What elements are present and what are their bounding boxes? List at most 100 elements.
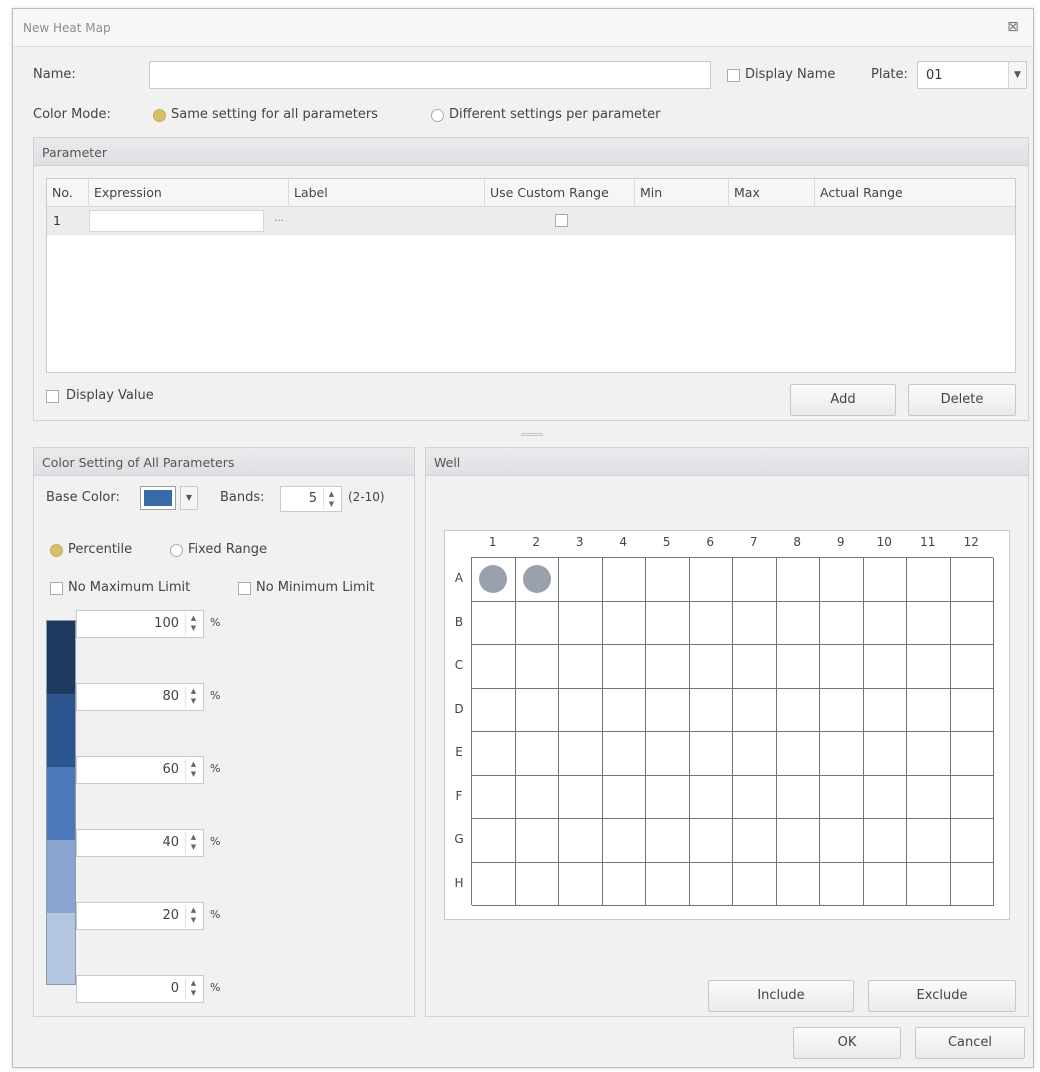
well-row-header[interactable]: E bbox=[449, 745, 469, 759]
well-cell[interactable] bbox=[820, 688, 864, 732]
well-cell[interactable] bbox=[472, 645, 516, 689]
well-cell[interactable] bbox=[602, 645, 646, 689]
base-color-swatch[interactable] bbox=[140, 486, 176, 510]
well-cell[interactable] bbox=[602, 688, 646, 732]
no-maximum-limit-checkbox[interactable] bbox=[50, 582, 63, 595]
well-cell[interactable] bbox=[559, 601, 603, 645]
exclude-button[interactable]: Exclude bbox=[868, 980, 1016, 1012]
well-cell[interactable] bbox=[646, 732, 690, 776]
well-cell[interactable] bbox=[733, 862, 777, 906]
threshold-stepper-0[interactable]: 0 ▲ ▼ bbox=[76, 975, 204, 1003]
include-button[interactable]: Include bbox=[708, 980, 854, 1012]
well-cell[interactable] bbox=[515, 819, 559, 863]
well-cell[interactable] bbox=[820, 558, 864, 602]
well-cell[interactable] bbox=[515, 775, 559, 819]
well-row-header[interactable]: A bbox=[449, 571, 469, 585]
well-column-header[interactable]: 6 bbox=[689, 535, 733, 549]
well-cell[interactable] bbox=[472, 862, 516, 906]
well-column-header[interactable]: 3 bbox=[558, 535, 602, 549]
well-cell[interactable] bbox=[602, 819, 646, 863]
well-cell[interactable] bbox=[472, 601, 516, 645]
well-cell[interactable] bbox=[689, 558, 733, 602]
well-cell[interactable] bbox=[907, 819, 951, 863]
well-cell[interactable] bbox=[907, 732, 951, 776]
well-cell[interactable] bbox=[515, 601, 559, 645]
delete-button[interactable]: Delete bbox=[908, 384, 1016, 416]
col-header-use-custom-range[interactable]: Use Custom Range bbox=[485, 179, 635, 207]
well-column-header[interactable]: 10 bbox=[863, 535, 907, 549]
well-cell[interactable] bbox=[646, 819, 690, 863]
well-cell[interactable] bbox=[733, 819, 777, 863]
well-cell[interactable] bbox=[733, 601, 777, 645]
well-cell[interactable] bbox=[515, 862, 559, 906]
well-cell[interactable] bbox=[602, 862, 646, 906]
well-cell[interactable] bbox=[863, 775, 907, 819]
well-cell[interactable] bbox=[776, 732, 820, 776]
well-cell[interactable] bbox=[820, 732, 864, 776]
well-cell[interactable] bbox=[950, 819, 994, 863]
well-cell[interactable] bbox=[776, 558, 820, 602]
well-cell[interactable] bbox=[689, 819, 733, 863]
well-cell[interactable] bbox=[602, 775, 646, 819]
well-cell[interactable] bbox=[776, 862, 820, 906]
threshold-stepper-60[interactable]: 60 ▲ ▼ bbox=[76, 756, 204, 784]
well-cell[interactable] bbox=[820, 862, 864, 906]
well-cell[interactable] bbox=[950, 862, 994, 906]
well-cell[interactable] bbox=[646, 601, 690, 645]
no-minimum-limit-checkbox[interactable] bbox=[238, 582, 251, 595]
well-cell[interactable] bbox=[689, 601, 733, 645]
well-cell[interactable] bbox=[863, 819, 907, 863]
well-row-header[interactable]: G bbox=[449, 832, 469, 846]
well-cell[interactable] bbox=[733, 775, 777, 819]
well-cell[interactable] bbox=[950, 775, 994, 819]
col-header-max[interactable]: Max bbox=[729, 179, 815, 207]
well-cell[interactable] bbox=[559, 732, 603, 776]
spin-arrows-icon[interactable]: ▲ ▼ bbox=[323, 489, 339, 509]
use-custom-range-checkbox[interactable] bbox=[555, 214, 568, 227]
well-cell[interactable] bbox=[733, 732, 777, 776]
well-row-header[interactable]: H bbox=[449, 876, 469, 890]
close-icon[interactable]: ⊠ bbox=[1005, 19, 1021, 35]
well-row-header[interactable]: F bbox=[449, 789, 469, 803]
well-cell[interactable] bbox=[820, 601, 864, 645]
well-column-header[interactable]: 11 bbox=[906, 535, 950, 549]
bands-stepper[interactable]: 5 ▲ ▼ bbox=[280, 486, 342, 512]
display-value-checkbox[interactable] bbox=[46, 390, 59, 403]
well-column-header[interactable]: 12 bbox=[950, 535, 994, 549]
radio-different-settings[interactable] bbox=[431, 109, 444, 122]
spin-arrows-icon[interactable]: ▲ ▼ bbox=[185, 978, 201, 1000]
add-button[interactable]: Add bbox=[790, 384, 896, 416]
well-cell[interactable] bbox=[950, 732, 994, 776]
cancel-button[interactable]: Cancel bbox=[915, 1027, 1025, 1059]
col-header-actual-range[interactable]: Actual Range bbox=[815, 179, 1015, 207]
well-cell[interactable] bbox=[820, 645, 864, 689]
well-cell[interactable] bbox=[733, 688, 777, 732]
col-header-expression[interactable]: Expression bbox=[89, 179, 289, 207]
well-cell[interactable] bbox=[515, 688, 559, 732]
well-cell[interactable] bbox=[950, 558, 994, 602]
chevron-down-icon[interactable]: ▼ bbox=[1008, 62, 1026, 88]
well-cell[interactable] bbox=[689, 645, 733, 689]
well-column-header[interactable]: 4 bbox=[602, 535, 646, 549]
well-cell[interactable] bbox=[472, 819, 516, 863]
well-column-header[interactable]: 7 bbox=[732, 535, 776, 549]
well-cell[interactable] bbox=[515, 558, 559, 602]
radio-same-setting[interactable] bbox=[153, 109, 166, 122]
threshold-stepper-20[interactable]: 20 ▲ ▼ bbox=[76, 902, 204, 930]
well-cell[interactable] bbox=[689, 775, 733, 819]
well-cell[interactable] bbox=[950, 688, 994, 732]
expression-browse-button[interactable]: ... bbox=[269, 211, 289, 231]
well-cell[interactable] bbox=[907, 862, 951, 906]
well-cell[interactable] bbox=[559, 688, 603, 732]
well-cell[interactable] bbox=[776, 601, 820, 645]
well-cell[interactable] bbox=[472, 732, 516, 776]
well-cell[interactable] bbox=[472, 688, 516, 732]
well-cell[interactable] bbox=[515, 645, 559, 689]
well-cell[interactable] bbox=[863, 558, 907, 602]
well-cell[interactable] bbox=[559, 819, 603, 863]
well-cell[interactable] bbox=[559, 645, 603, 689]
well-cell[interactable] bbox=[863, 688, 907, 732]
threshold-stepper-40[interactable]: 40 ▲ ▼ bbox=[76, 829, 204, 857]
well-cell[interactable] bbox=[907, 775, 951, 819]
well-cell[interactable] bbox=[863, 645, 907, 689]
